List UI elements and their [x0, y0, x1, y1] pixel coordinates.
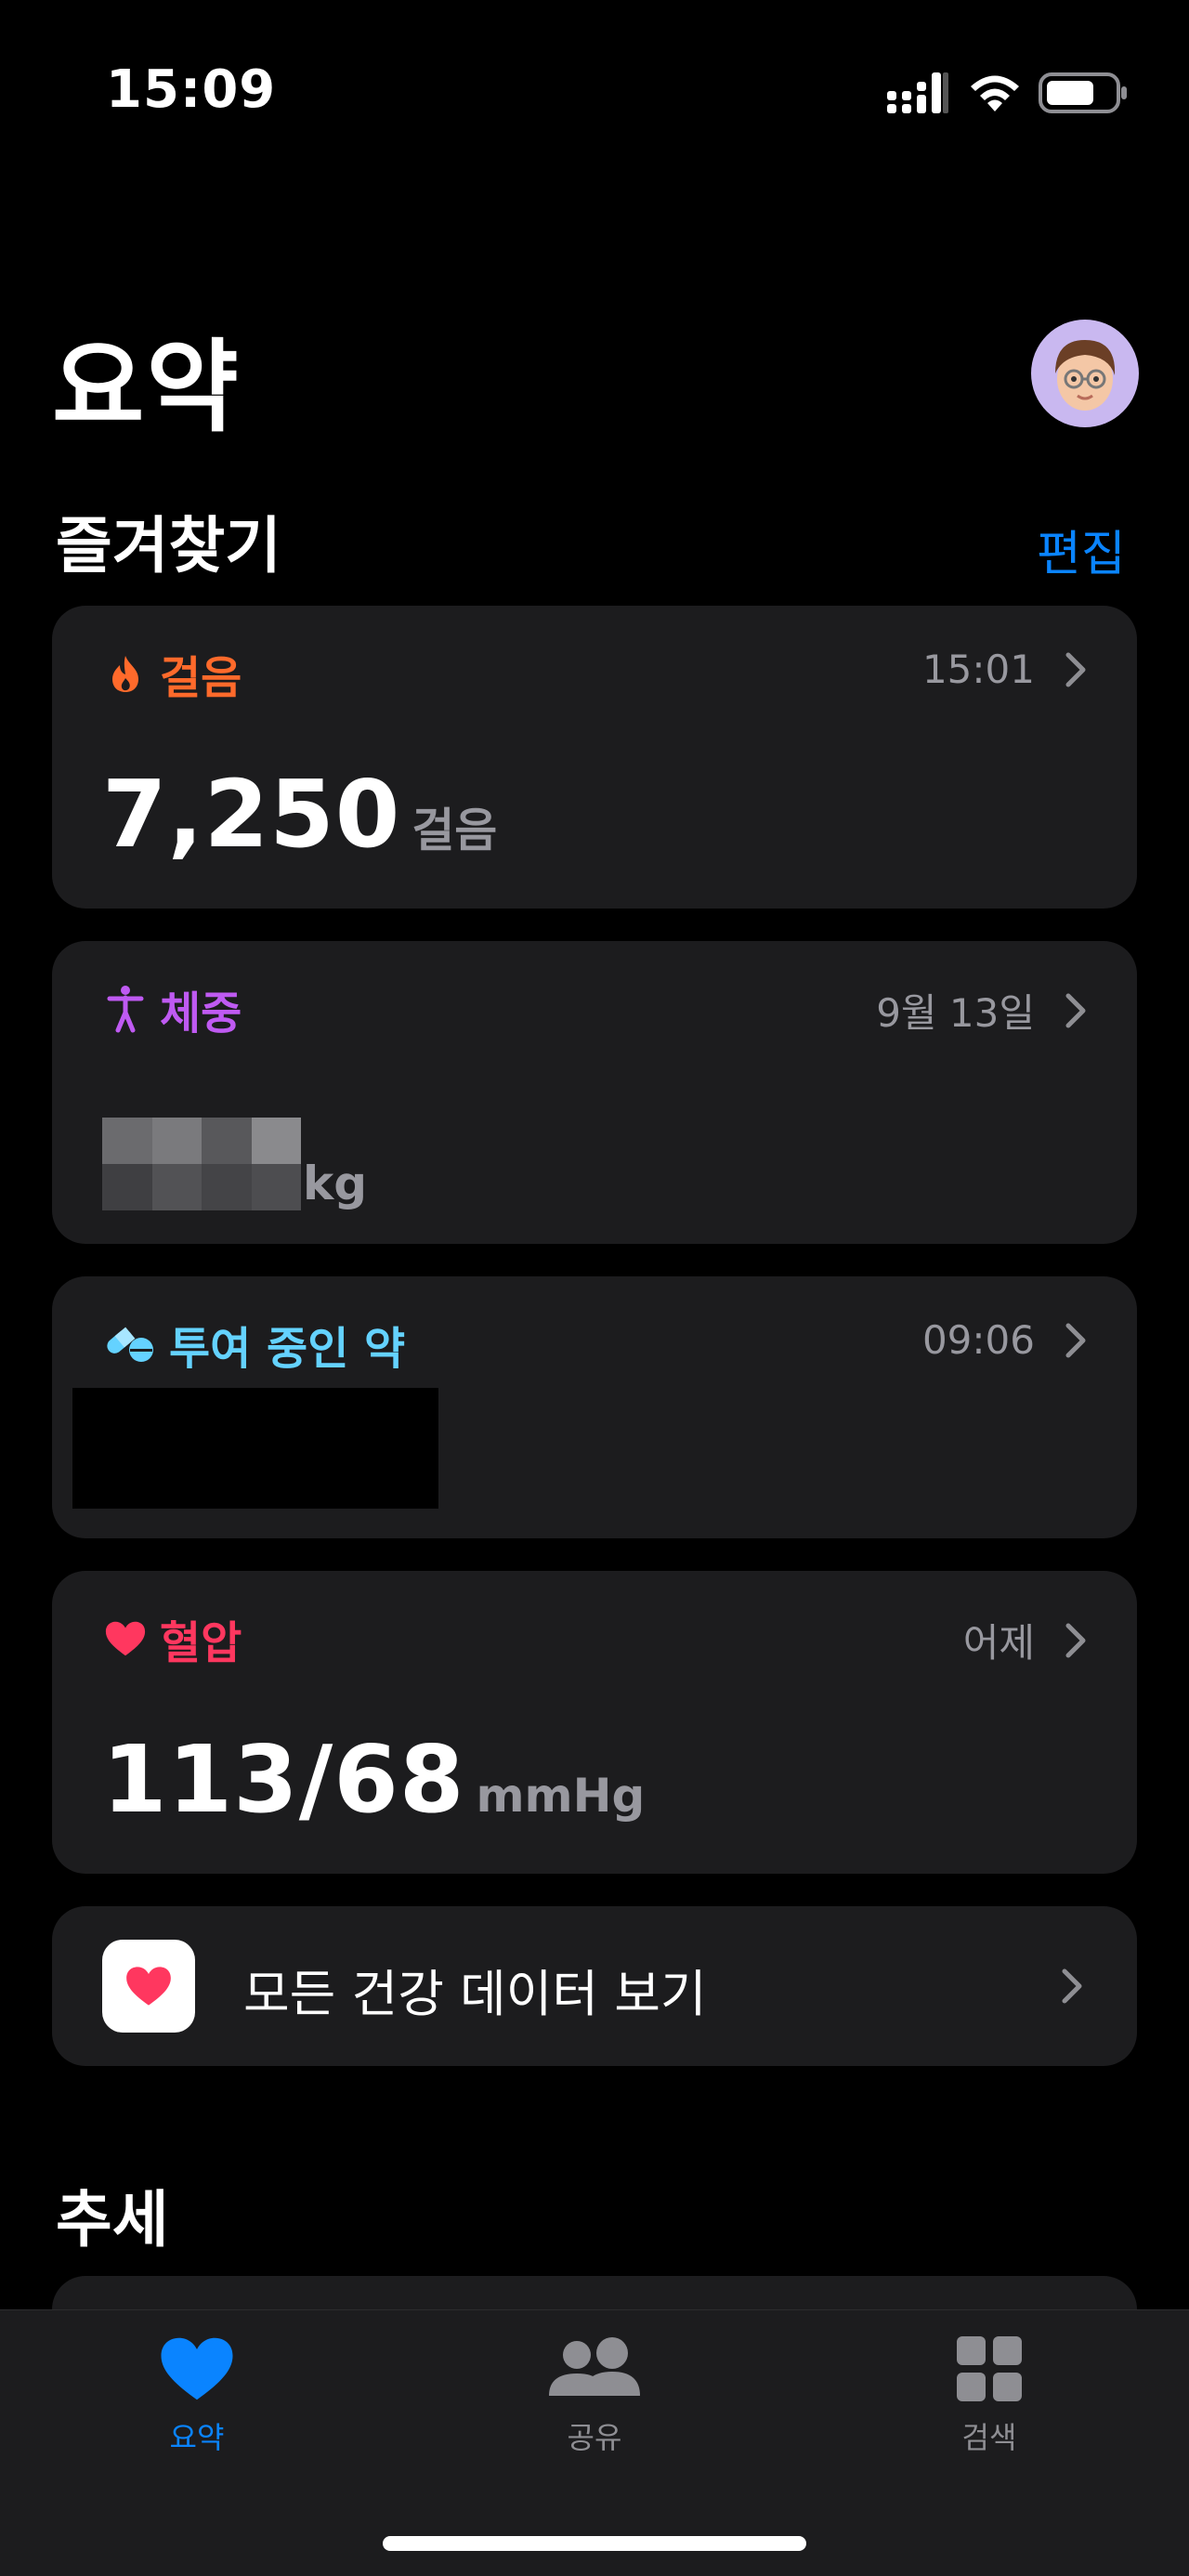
weight-card[interactable]: 체중 9월 13일 kg — [52, 941, 1137, 1244]
trends-title: 추세 — [56, 2184, 169, 2256]
blood-pressure-card[interactable]: 혈압 어제 113/68 mmHg — [52, 1571, 1137, 1874]
blood-pressure-title: 혈압 — [160, 1617, 242, 1669]
pills-icon — [104, 1323, 156, 1366]
tab-sharing-label: 공유 — [567, 2420, 622, 2455]
medications-redacted — [72, 1388, 438, 1509]
heart-icon — [161, 2337, 233, 2400]
flame-icon — [104, 652, 147, 695]
weight-date: 9월 13일 — [876, 990, 1035, 1036]
blood-pressure-unit: mmHg — [476, 1769, 646, 1823]
steps-time: 15:01 — [921, 647, 1035, 692]
medications-card[interactable]: 투여 중인 약 09:06 — [52, 1276, 1137, 1538]
medications-time: 09:06 — [921, 1317, 1035, 1363]
chevron-right-icon — [1065, 1323, 1086, 1357]
heart-icon — [104, 1617, 147, 1660]
health-app-icon — [102, 1940, 195, 2033]
tab-summary[interactable]: 요약 — [104, 2334, 290, 2457]
wifi-icon — [971, 75, 1019, 111]
steps-unit: 걸음 — [412, 804, 498, 857]
tab-sharing[interactable]: 공유 — [502, 2334, 687, 2457]
weight-unit: kg — [303, 1157, 368, 1210]
people-icon — [549, 2337, 640, 2396]
chevron-right-icon — [1065, 1623, 1086, 1657]
grid-icon — [957, 2336, 1022, 2401]
tab-search[interactable]: 검색 — [896, 2334, 1082, 2457]
cellular-signal-icon — [887, 72, 948, 113]
tab-summary-label: 요약 — [169, 2420, 225, 2455]
tab-search-label: 검색 — [961, 2420, 1017, 2455]
battery-icon — [1039, 72, 1127, 113]
blood-pressure-date: 어제 — [962, 1620, 1035, 1666]
page-title: 요약 — [52, 330, 241, 446]
steps-title: 걸음 — [160, 652, 242, 704]
show-all-health-data-button[interactable]: 모든 건강 데이터 보기 — [52, 1906, 1137, 2066]
status-time: 15:09 — [106, 59, 277, 120]
steps-card[interactable]: 걸음 15:01 7,250 걸음 — [52, 606, 1137, 909]
home-indicator[interactable] — [383, 2536, 806, 2551]
memoji-icon — [1055, 340, 1116, 411]
edit-button[interactable]: 편집 — [1037, 515, 1126, 584]
show-all-health-data-label: 모든 건강 데이터 보기 — [243, 1965, 707, 2023]
medications-title: 투여 중인 약 — [169, 1323, 406, 1375]
person-figure-icon — [104, 986, 147, 1033]
chevron-right-icon — [1062, 1968, 1082, 2004]
favorites-title: 즐겨찾기 — [56, 510, 281, 582]
blood-pressure-value: 113/68 — [102, 1725, 465, 1834]
chevron-right-icon — [1065, 993, 1086, 1027]
profile-avatar[interactable] — [1031, 320, 1139, 427]
weight-value-redacted — [102, 1118, 301, 1210]
weight-title: 체중 — [160, 987, 242, 1040]
steps-value: 7,250 — [102, 760, 401, 869]
chevron-right-icon — [1065, 652, 1086, 686]
